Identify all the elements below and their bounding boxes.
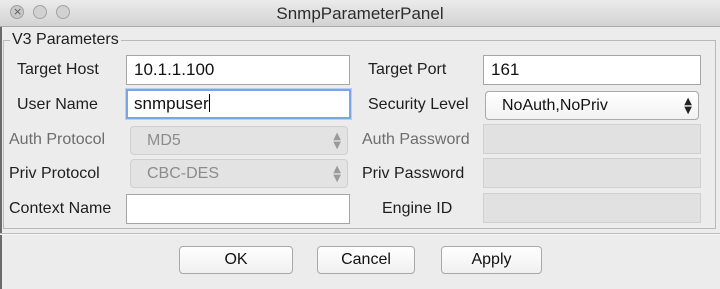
apply-button[interactable]: Apply — [441, 246, 542, 274]
priv-protocol-value: CBC-DES — [147, 165, 220, 182]
target-port-field[interactable]: 161 — [483, 55, 701, 85]
auth-protocol-label: Auth Protocol — [9, 131, 106, 148]
priv-password-label: Priv Password — [362, 165, 465, 182]
window-edge — [0, 27, 2, 289]
context-name-field[interactable] — [126, 194, 350, 224]
priv-protocol-select[interactable]: CBC-DES ▲ ▼ — [130, 159, 348, 188]
user-name-field[interactable]: snmpuser — [126, 89, 351, 119]
priv-password-field[interactable] — [483, 158, 701, 188]
target-host-label: Target Host — [17, 61, 99, 78]
engine-id-label: Engine ID — [382, 200, 453, 217]
context-name-label: Context Name — [9, 200, 112, 217]
text-caret — [208, 94, 210, 112]
title-bar: × SnmpParameterPanel — [0, 0, 720, 27]
auth-protocol-value: MD5 — [147, 132, 181, 149]
user-name-value: snmpuser — [134, 94, 209, 113]
ok-button[interactable]: OK — [179, 246, 293, 274]
security-level-value: NoAuth,NoPriv — [502, 97, 608, 114]
security-level-label: Security Level — [368, 96, 469, 113]
engine-id-field[interactable] — [483, 193, 701, 223]
priv-protocol-label: Priv Protocol — [9, 165, 100, 182]
group-legend: V3 Parameters — [10, 31, 121, 49]
updown-arrows-icon: ▲ ▼ — [333, 131, 341, 151]
target-port-label: Target Port — [368, 61, 447, 78]
security-level-select[interactable]: NoAuth,NoPriv ▲ ▼ — [485, 91, 699, 120]
updown-arrows-icon: ▲ ▼ — [684, 96, 692, 116]
button-bar-divider-highlight — [0, 234, 720, 235]
window-title: SnmpParameterPanel — [276, 4, 444, 23]
target-host-field[interactable]: 10.1.1.100 — [126, 55, 350, 85]
auth-password-label: Auth Password — [362, 131, 470, 148]
updown-arrows-icon: ▲ ▼ — [333, 164, 341, 184]
auth-password-field[interactable] — [483, 124, 701, 154]
cancel-button[interactable]: Cancel — [317, 246, 415, 274]
auth-protocol-select[interactable]: MD5 ▲ ▼ — [130, 126, 348, 155]
user-name-label: User Name — [17, 96, 98, 113]
